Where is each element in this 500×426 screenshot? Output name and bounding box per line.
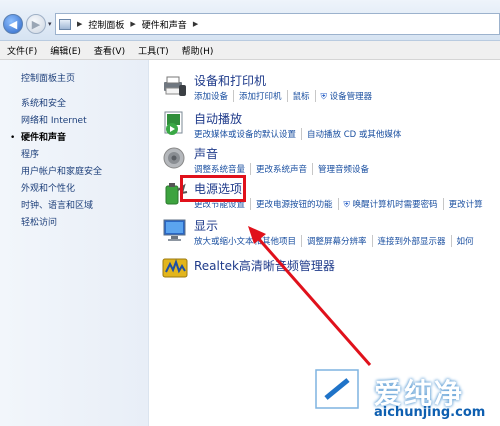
watermark-logo-icon [313,367,361,411]
arrowhead-icon [248,226,266,244]
watermark-url: aichunjing.com [374,405,486,420]
annotation-arrow [248,226,372,366]
